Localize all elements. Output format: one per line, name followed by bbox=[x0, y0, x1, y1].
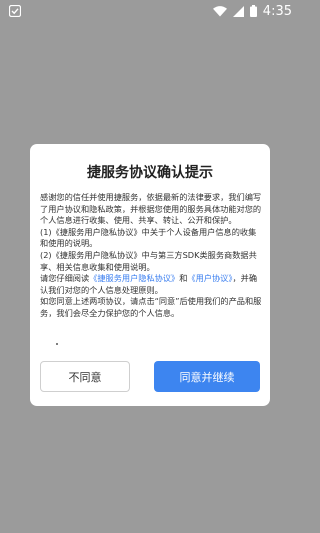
cellular-signal-icon bbox=[232, 5, 244, 17]
read-notice: 请您仔细阅读《捷服务用户隐私协议》和《用户协议》，并确认我们对您的个人信息处理原… bbox=[40, 273, 262, 296]
privacy-item-1: (1)《捷服务用户隐私协议》中关于个人设备用户信息的收集和使用的说明。 bbox=[40, 226, 257, 249]
closing-paragraph: 如您同意上述两项协议，请点击“同意”后使用我们的产品和服务，我们会尽全力保护您的… bbox=[40, 296, 262, 318]
status-bar: 4:35 bbox=[0, 0, 300, 22]
user-agreement-link[interactable]: 《用户协议》 bbox=[187, 273, 232, 283]
dialog-title: 捷服务协议确认提示 bbox=[87, 165, 213, 181]
status-time: 4:35 bbox=[262, 3, 292, 19]
agree-continue-button[interactable]: 同意并继续 bbox=[154, 361, 260, 392]
intro-paragraph: 感谢您的信任并使用捷服务，依据最新的法律要求，我们编写了用户协议和隐私政策，并根… bbox=[40, 192, 262, 226]
dialog-body: 感谢您的信任并使用捷服务，依据最新的法律要求，我们编写了用户协议和隐私政策，并根… bbox=[40, 192, 262, 320]
touch-indicator-dot bbox=[56, 343, 58, 345]
privacy-item-2: (2)《捷服务用户隐私协议》中与第三方SDK类服务商数据共享、相关信息收集和使用… bbox=[40, 249, 257, 272]
app-notification-icon bbox=[8, 2, 22, 21]
privacy-policy-link[interactable]: 《捷服务用户隐私协议》 bbox=[89, 273, 179, 283]
privacy-consent-dialog: 捷服务协议确认提示 感谢您的信任并使用捷服务，依据最新的法律要求，我们编写了用户… bbox=[30, 144, 270, 406]
disagree-button[interactable]: 不同意 bbox=[40, 361, 130, 392]
battery-icon bbox=[249, 5, 257, 17]
wifi-icon bbox=[212, 5, 227, 17]
read-prefix: 请您仔细阅读 bbox=[40, 273, 90, 284]
